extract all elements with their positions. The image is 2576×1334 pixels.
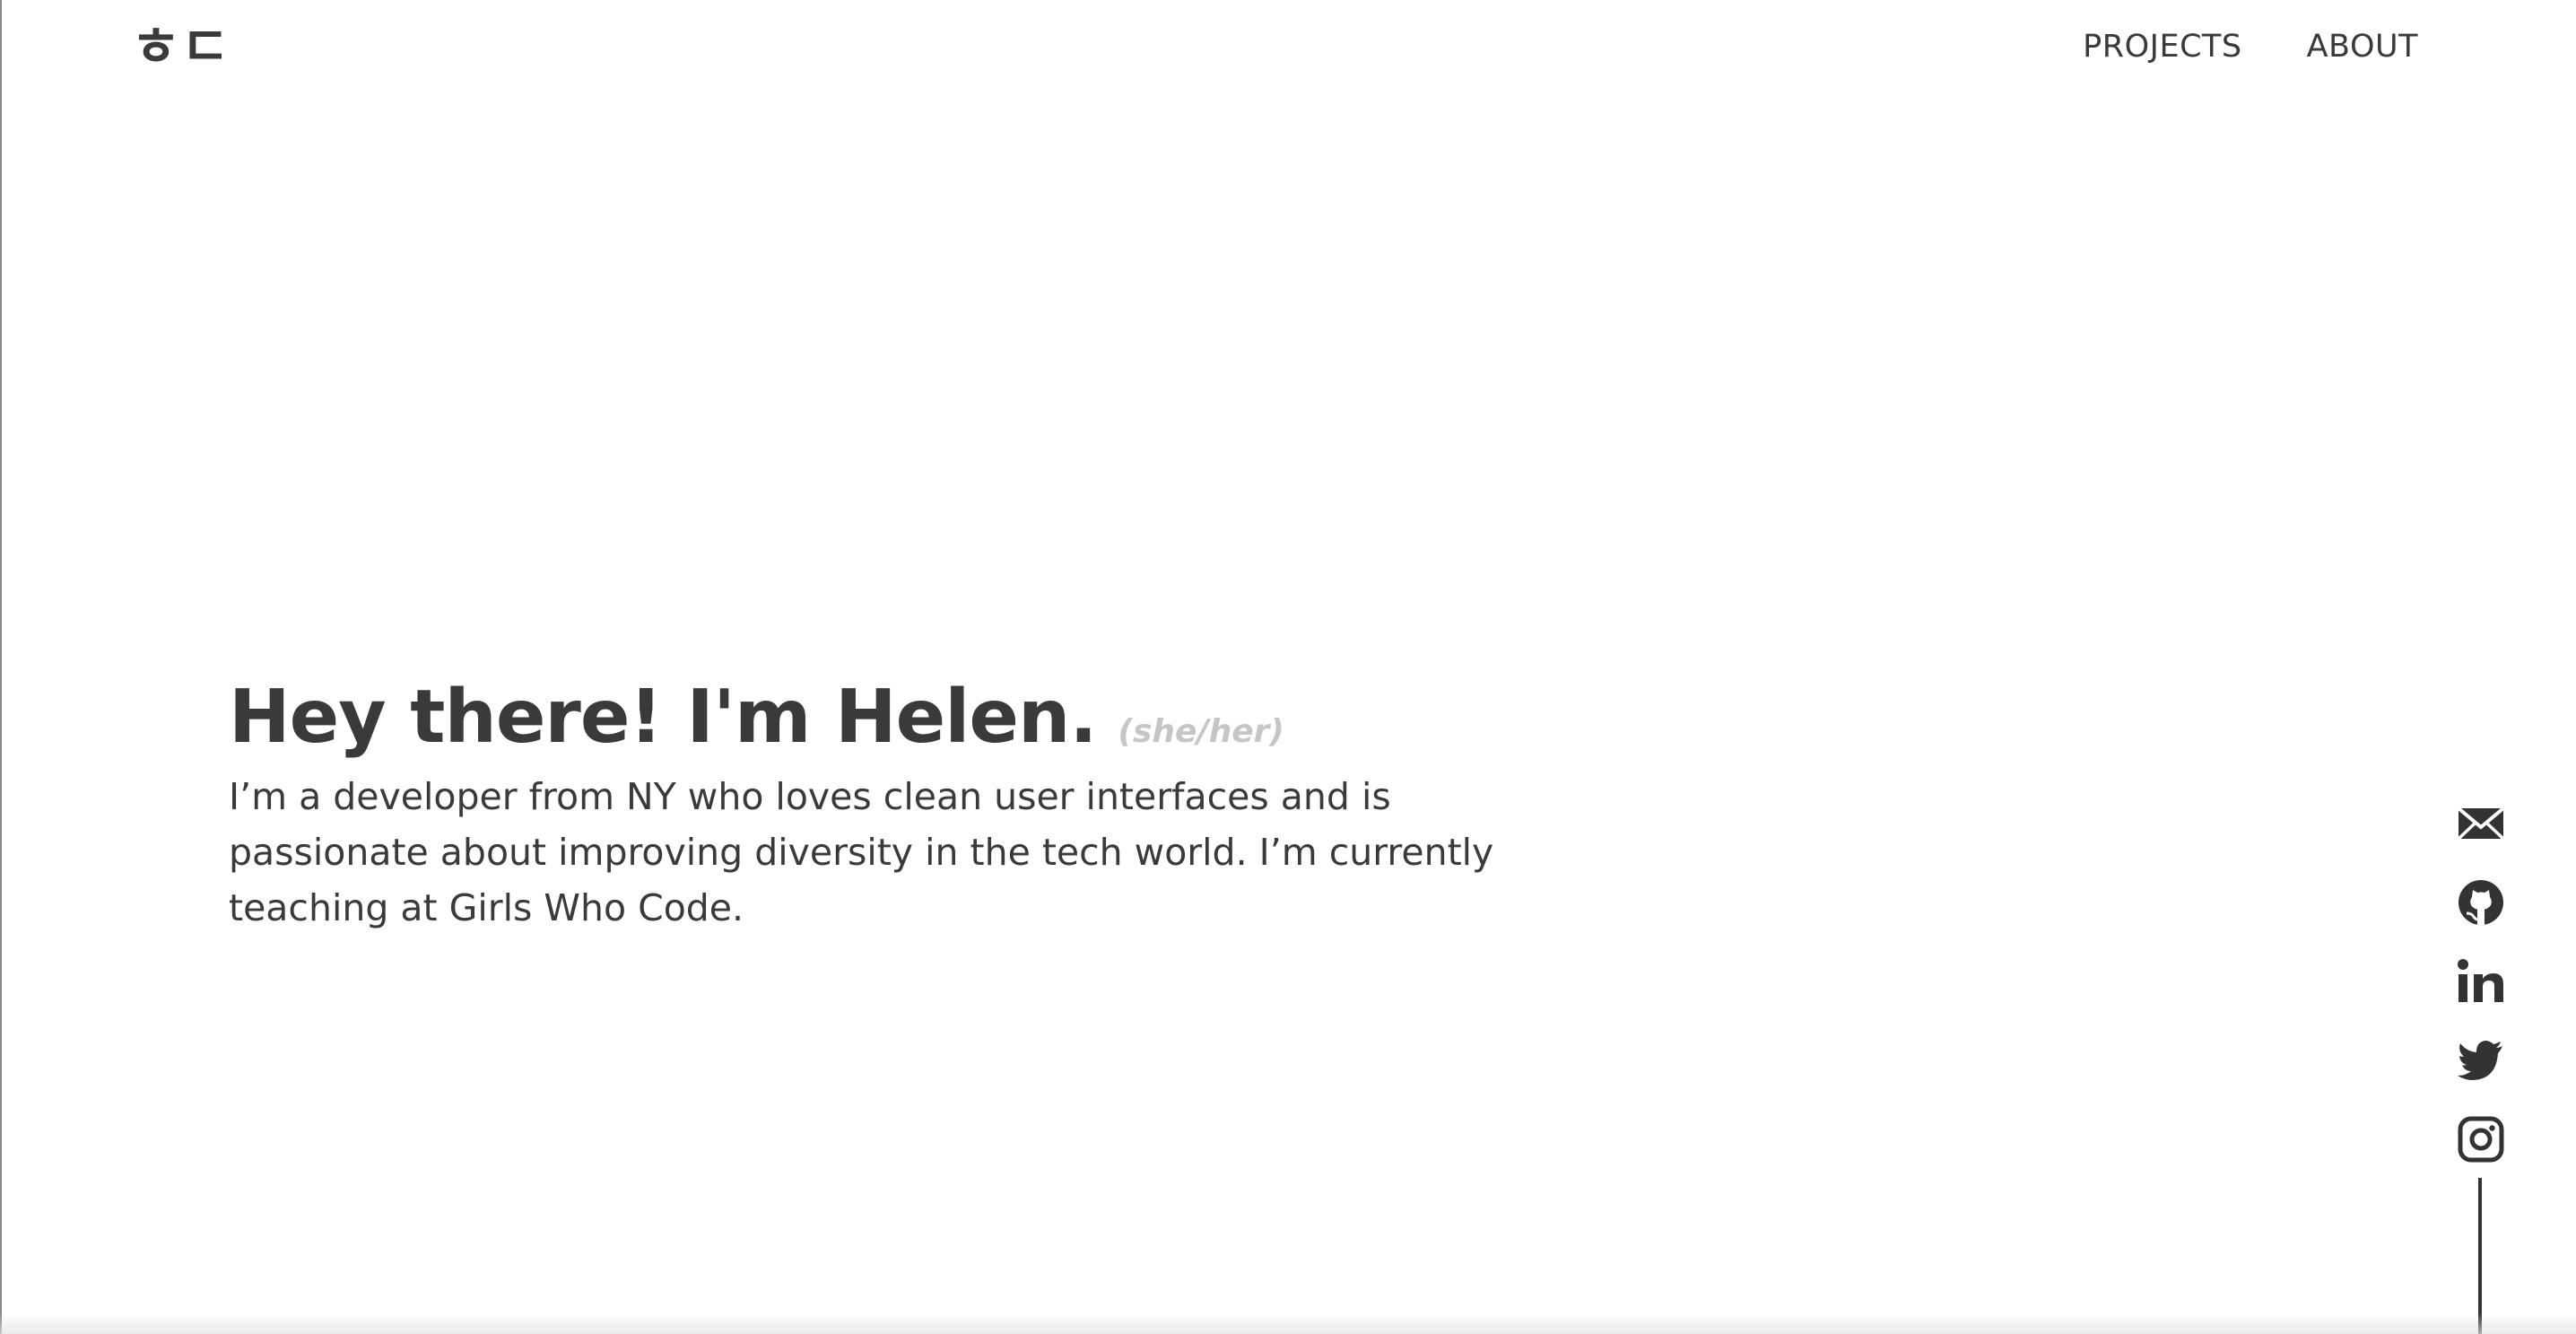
github-icon[interactable]: [2456, 877, 2506, 928]
mail-icon[interactable]: [2456, 798, 2506, 849]
svg-text:ㅎㄷ: ㅎㄷ: [131, 16, 230, 72]
hero-section: Hey there! I'm Helen. (she/her) I’m a de…: [229, 675, 1538, 936]
instagram-icon[interactable]: [2456, 1114, 2506, 1164]
hero-intro-text: I’m a developer from NY who loves clean …: [229, 775, 1494, 929]
social-links: [2454, 798, 2508, 1193]
logo-mark-icon: ㅎㄷ: [131, 16, 230, 72]
linkedin-icon[interactable]: [2456, 956, 2506, 1007]
twitter-icon[interactable]: [2456, 1035, 2506, 1086]
main-nav: PROJECTS ABOUT: [2083, 29, 2418, 65]
social-divider-line: [2478, 1178, 2482, 1334]
page-left-border: [0, 0, 2, 1334]
pronouns-label: (she/her): [1118, 713, 1284, 750]
nav-about-link[interactable]: ABOUT: [2307, 29, 2418, 65]
nav-projects-link[interactable]: PROJECTS: [2083, 29, 2241, 65]
bottom-fade: [0, 1312, 2576, 1334]
site-logo[interactable]: ㅎㄷ: [131, 16, 237, 72]
hero-title: Hey there! I'm Helen.: [229, 675, 1098, 760]
hero-heading: Hey there! I'm Helen. (she/her): [229, 675, 1538, 760]
